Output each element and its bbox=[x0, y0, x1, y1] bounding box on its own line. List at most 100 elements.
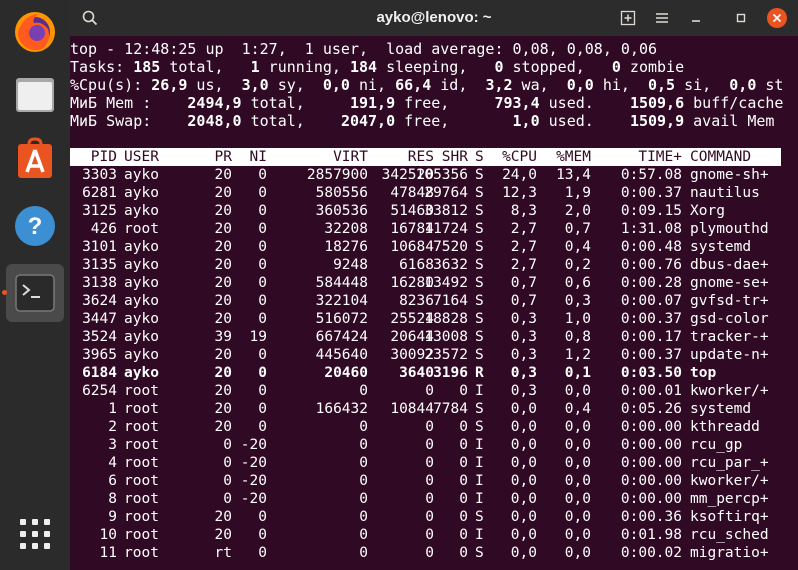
table-row: 4 root 0 -20 0 0 0 I 0,0 0,0 0:00.00 rcu_par_+ bbox=[70, 454, 781, 472]
uptime-line: top - 12:48:25 up 1:27, 1 user, load ave… bbox=[70, 40, 657, 58]
cell-mem: 0,4 bbox=[564, 239, 591, 255]
cell-shr: 13008 bbox=[424, 329, 468, 345]
cell-virt: 9248 bbox=[333, 257, 368, 273]
close-button[interactable] bbox=[765, 6, 789, 30]
cell-pr: 39 bbox=[214, 329, 232, 345]
cell-mem: 0,0 bbox=[564, 383, 591, 399]
table-row: 3524 ayko 39 19 667424 20644 13008 S 0,3 0,8 0:00.… bbox=[70, 328, 781, 346]
cell-command: update-n+ bbox=[690, 347, 769, 363]
cell-ni: 0 bbox=[258, 167, 267, 183]
terminal-launcher[interactable] bbox=[6, 264, 64, 322]
maximize-icon bbox=[736, 13, 746, 23]
cell-time: 0:00.37 bbox=[620, 185, 682, 201]
cell-virt: 0 bbox=[359, 419, 368, 435]
cell-ni: -20 bbox=[240, 455, 267, 471]
table-row: 3101 ayko 20 0 18276 10684 7520 S 2,7 0,4 0:00.48 s… bbox=[70, 238, 781, 256]
cell-shr: 0 bbox=[459, 437, 468, 453]
cell-pr: 20 bbox=[214, 311, 232, 327]
column-header-pid: PID bbox=[90, 149, 117, 165]
cell-command: gvfsd-tr+ bbox=[690, 293, 769, 309]
firefox-launcher[interactable] bbox=[6, 3, 64, 61]
table-row: 3125 ayko 20 0 360536 51460 33812 S 8,3 2,0 0:09.1… bbox=[70, 202, 781, 220]
table-row: 1 root 20 0 166432 10844 7784 S 0,0 0,4 0:05.26 sys… bbox=[70, 400, 781, 418]
column-header-cpu: %CPU bbox=[502, 149, 537, 165]
cell-command: rcu_sched bbox=[690, 527, 769, 543]
cell-ni: 0 bbox=[258, 509, 267, 525]
cell-pr: 20 bbox=[214, 401, 232, 417]
show-applications-button[interactable] bbox=[6, 505, 64, 563]
cell-pr: rt bbox=[214, 545, 232, 561]
cell-pr: 20 bbox=[214, 527, 232, 543]
cell-cpu: 0,3 bbox=[510, 329, 537, 345]
cell-ni: 0 bbox=[258, 203, 267, 219]
cell-shr: 7164 bbox=[433, 293, 468, 309]
cell-virt: 0 bbox=[359, 527, 368, 543]
cell-command: gsd-color bbox=[690, 311, 769, 327]
cell-cpu: 0,0 bbox=[510, 491, 537, 507]
column-header-user: USER bbox=[124, 149, 159, 165]
files-launcher[interactable] bbox=[6, 66, 64, 124]
table-row: 6281 ayko 20 0 580556 47848 29764 S 12,3 1,9 0:00.… bbox=[70, 184, 781, 202]
table-row: 2 root 20 0 0 0 0 S 0,0 0,0 0:00.00 kthreadd bbox=[70, 418, 781, 436]
cell-shr: 11724 bbox=[424, 221, 468, 237]
cell-user: ayko bbox=[124, 257, 159, 273]
window-titlebar: ayko@lenovo: ~ bbox=[70, 0, 798, 36]
cell-user: root bbox=[124, 437, 159, 453]
cell-time: 0:00.07 bbox=[620, 293, 682, 309]
cell-shr: 23572 bbox=[424, 347, 468, 363]
cell-command: dbus-dae+ bbox=[690, 257, 769, 273]
cell-time: 0:00.01 bbox=[620, 383, 682, 399]
cell-pr: 20 bbox=[214, 257, 232, 273]
cell-command: tracker-+ bbox=[690, 329, 769, 345]
cell-mem: 0,0 bbox=[564, 419, 591, 435]
cell-user: root bbox=[124, 473, 159, 489]
cell-ni: 19 bbox=[249, 329, 267, 345]
cell-mem: 0,4 bbox=[564, 401, 591, 417]
cell-ni: 0 bbox=[258, 311, 267, 327]
terminal-output[interactable]: top - 12:48:25 up 1:27, 1 user, load ave… bbox=[70, 36, 798, 570]
table-row: 3138 ayko 20 0 584448 16280 13492 S 0,7 0,6 0:00.2… bbox=[70, 274, 781, 292]
cell-mem: 0,0 bbox=[564, 473, 591, 489]
firefox-icon bbox=[15, 12, 55, 52]
cell-time: 0:00.36 bbox=[620, 509, 682, 525]
cell-mem: 0,0 bbox=[564, 545, 591, 561]
cell-shr: 0 bbox=[459, 509, 468, 525]
minimize-button[interactable] bbox=[684, 6, 708, 30]
table-row: 3624 ayko 20 0 322104 8236 7164 S 0,7 0,3 0:00.07 g… bbox=[70, 292, 781, 310]
cell-command: rcu_par_+ bbox=[690, 455, 769, 471]
cell-ni: 0 bbox=[258, 293, 267, 309]
cell-cpu: 0,0 bbox=[510, 401, 537, 417]
minimize-icon bbox=[692, 20, 700, 22]
software-launcher[interactable] bbox=[6, 130, 64, 188]
column-header-ni: NI bbox=[249, 149, 267, 165]
menu-button[interactable] bbox=[650, 6, 674, 30]
folder-icon bbox=[16, 78, 54, 112]
cell-virt: 0 bbox=[359, 491, 368, 507]
cell-user: root bbox=[124, 401, 159, 417]
cell-user: ayko bbox=[124, 293, 159, 309]
cell-shr: 0 bbox=[459, 491, 468, 507]
cell-command: plymouthd bbox=[690, 221, 769, 237]
cell-shr: 13492 bbox=[424, 275, 468, 291]
cell-time: 0:00.37 bbox=[620, 347, 682, 363]
software-center-icon bbox=[18, 137, 52, 178]
cell-ni: 0 bbox=[258, 401, 267, 417]
cell-pr: 20 bbox=[214, 509, 232, 525]
cell-cpu: 0,3 bbox=[510, 365, 537, 381]
maximize-button[interactable] bbox=[729, 6, 753, 30]
cell-virt: 360536 bbox=[315, 203, 368, 219]
new-tab-button[interactable] bbox=[616, 6, 640, 30]
cell-ni: 0 bbox=[258, 239, 267, 255]
cell-cpu: 0,0 bbox=[510, 455, 537, 471]
table-row: 3447 ayko 20 0 516072 25524 18828 S 0,3 1,0 0:00.3… bbox=[70, 310, 781, 328]
cell-user: ayko bbox=[124, 365, 159, 381]
cell-pid: 9 bbox=[108, 509, 117, 525]
table-row: 10 root 20 0 0 0 0 I 0,0 0,0 0:01.98 rcu_sched bbox=[70, 526, 781, 544]
cell-mem: 0,7 bbox=[564, 221, 591, 237]
cell-command: nautilus bbox=[690, 185, 760, 201]
cell-time: 0:00.76 bbox=[620, 257, 682, 273]
help-launcher[interactable]: ? bbox=[6, 197, 64, 255]
table-row: 3135 ayko 20 0 9248 6168 3632 S 2,7 0,2 0:00.76 dbu… bbox=[70, 256, 781, 274]
cpu-line: %Cpu(s): 26,9 us, 3,0 sy, 0,0 ni, 66,4 i… bbox=[70, 76, 784, 94]
cell-pid: 1 bbox=[108, 401, 117, 417]
